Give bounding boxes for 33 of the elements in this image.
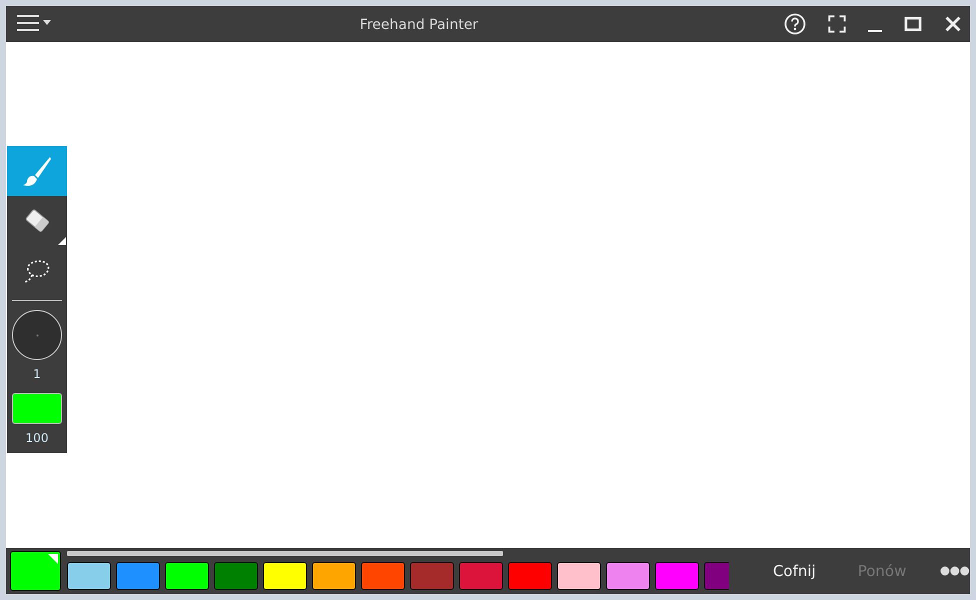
color-swatch[interactable] xyxy=(410,562,454,590)
help-button[interactable] xyxy=(784,13,806,35)
close-icon xyxy=(944,15,962,33)
fullscreen-icon xyxy=(828,15,846,33)
window-title: Freehand Painter xyxy=(360,17,478,33)
center-dot-icon xyxy=(36,334,38,336)
brush-size-value: 1 xyxy=(33,366,41,383)
color-swatch[interactable] xyxy=(116,562,160,590)
undo-button[interactable]: Cofnij xyxy=(766,558,822,584)
color-swatch[interactable] xyxy=(361,562,406,590)
maximize-button[interactable] xyxy=(904,15,922,33)
close-button[interactable] xyxy=(944,15,962,33)
color-swatch[interactable] xyxy=(508,562,552,590)
color-swatch[interactable] xyxy=(67,562,112,590)
paintbrush-icon xyxy=(22,155,52,187)
color-swatch[interactable] xyxy=(312,562,356,590)
color-swatch[interactable] xyxy=(459,562,504,590)
maximize-icon xyxy=(904,15,922,33)
color-swatch[interactable] xyxy=(557,562,602,590)
color-swatch[interactable] xyxy=(263,562,308,590)
opacity-swatch[interactable] xyxy=(12,393,62,424)
more-icon[interactable] xyxy=(940,566,970,576)
color-swatch[interactable] xyxy=(606,562,650,590)
color-swatch[interactable] xyxy=(214,562,258,590)
fullscreen-button[interactable] xyxy=(828,15,846,33)
color-swatch[interactable] xyxy=(165,562,210,590)
help-icon xyxy=(784,13,806,35)
brush-size-dial[interactable] xyxy=(12,310,62,360)
color-swatch[interactable] xyxy=(655,562,700,590)
minimize-icon xyxy=(868,30,882,32)
scrollbar-thumb[interactable] xyxy=(67,551,504,556)
current-color-swatch[interactable] xyxy=(10,551,62,591)
opacity-value: 100 xyxy=(26,430,48,447)
